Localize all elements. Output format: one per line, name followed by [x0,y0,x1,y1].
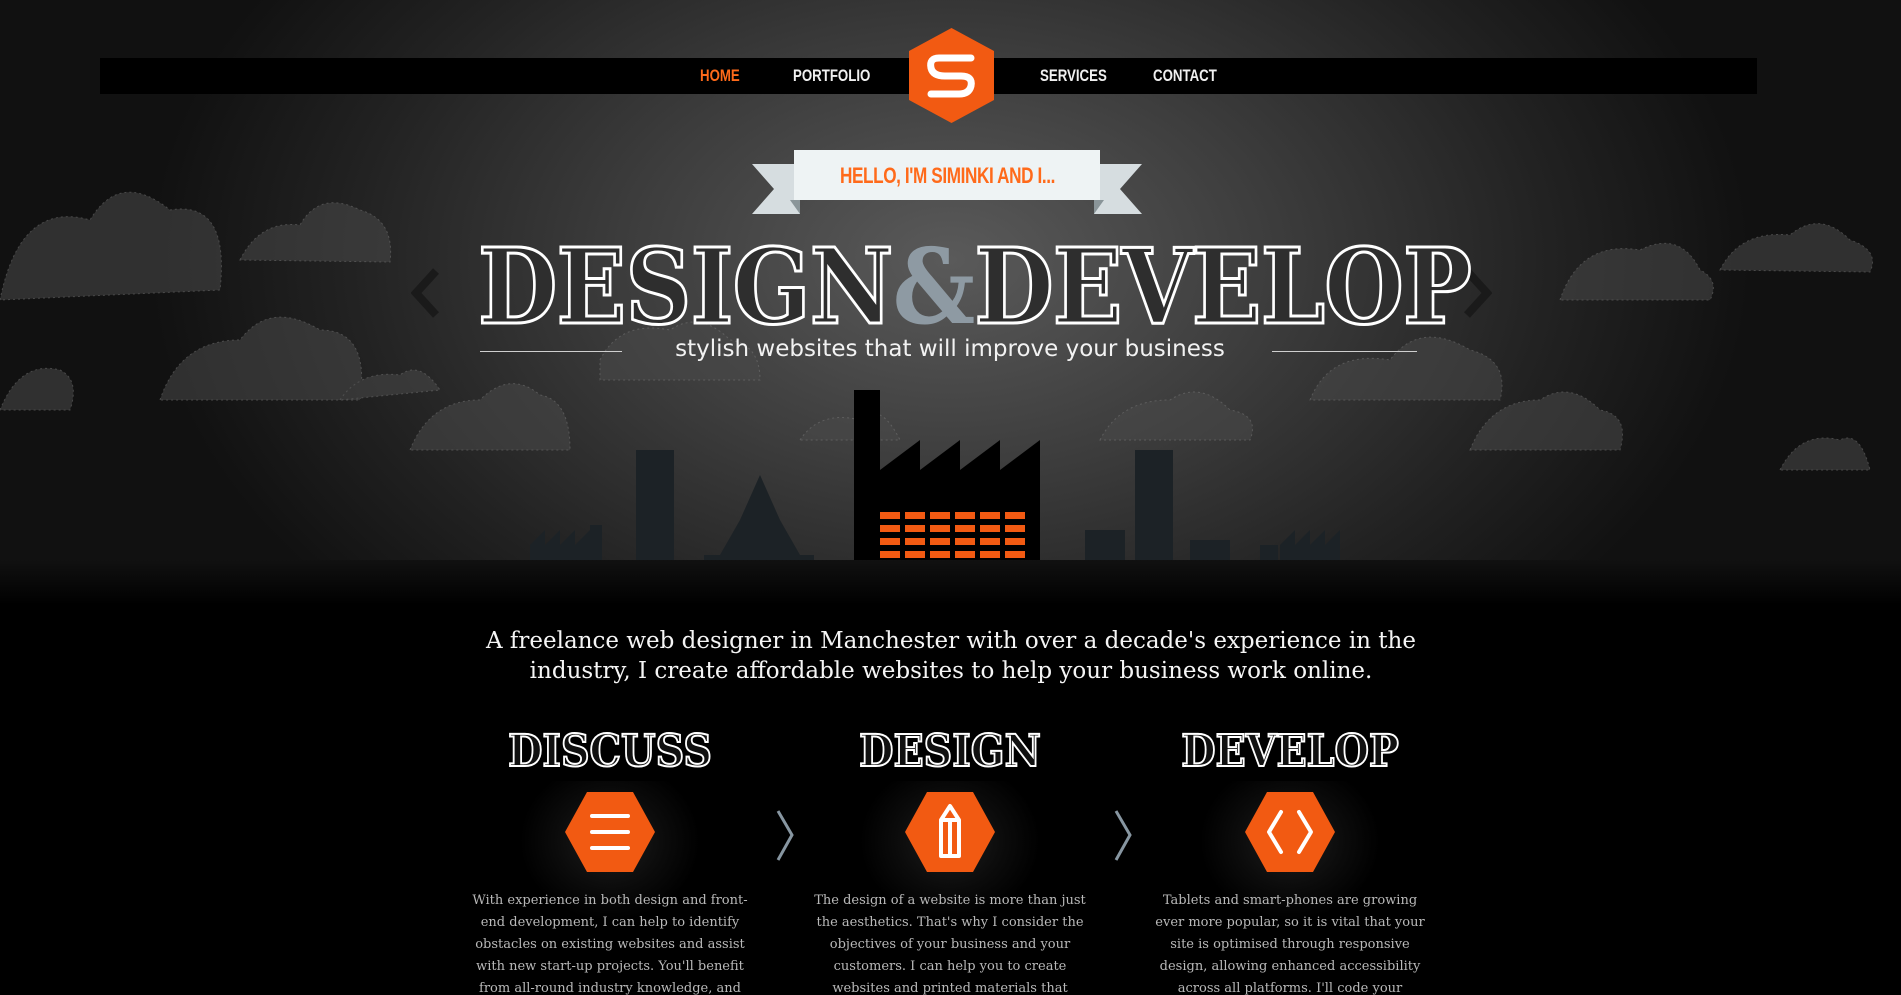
subtitle-rule-left [480,351,622,352]
nav-portfolio[interactable]: PORTFOLIO [793,66,870,88]
service-column-discuss: DISCUSS With experience in both design a… [470,725,750,995]
hero-title: DESIGN&DEVELOP [477,230,1473,343]
step-arrow-icon [776,810,794,861]
site-logo-icon[interactable] [909,28,994,123]
intro-line-2: industry, I create affordable websites t… [529,658,1373,684]
column-title: DESIGN [858,725,1041,778]
intro-paragraph: A freelance web designer in Manchester w… [440,626,1462,692]
column-text: Tablets and smart-phones are growing eve… [1155,893,1425,995]
intro-line-1: A freelance web designer in Manchester w… [486,628,1416,654]
service-column-design: DESIGN The design of a website is more t… [810,725,1090,995]
nav-contact[interactable]: CONTACT [1153,66,1217,88]
hero-title-amp: & [892,225,976,348]
column-text: With experience in both design and front… [472,893,748,995]
slider-prev-arrow-icon[interactable] [411,268,441,318]
step-arrow-icon [1114,810,1132,861]
column-title: DEVELOP [1180,725,1399,778]
nav-services[interactable]: SERVICES [1040,66,1107,88]
greeting-ribbon-text: HELLO, I'M SIMINKI AND I... [839,163,1056,188]
hero-title-develop: DEVELOP [973,225,1473,348]
menu-lines-icon [565,792,655,872]
pencil-icon [905,792,995,872]
service-column-develop: DEVELOP Tablets and smart-phones are gro… [1150,725,1430,995]
nav-home[interactable]: HOME [700,66,740,88]
hero-bottom-fade [0,560,1901,605]
code-brackets-icon [1245,792,1335,872]
hero-title-design: DESIGN [477,225,895,348]
subtitle-rule-right [1272,351,1417,352]
column-text: The design of a website is more than jus… [814,893,1086,995]
column-title: DISCUSS [507,725,713,778]
hero-subtitle: stylish websites that will improve your … [675,336,1225,362]
